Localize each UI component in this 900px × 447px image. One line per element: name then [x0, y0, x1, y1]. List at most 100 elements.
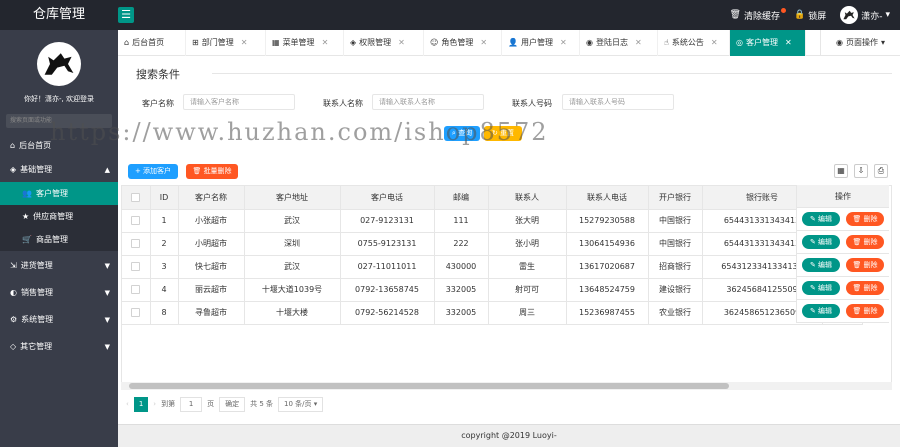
sidebar-item-customers[interactable]: 👥 客户管理: [0, 182, 118, 205]
page-unit-label: 页: [207, 400, 215, 408]
delete-button[interactable]: 🗑 删除: [846, 212, 884, 226]
tab-permission[interactable]: ◈ 权限管理 ✕: [344, 30, 424, 56]
sidebar-search-input[interactable]: 搜索页面或功能: [6, 114, 112, 128]
tab-label: 后台首页: [132, 38, 165, 47]
row-checkbox[interactable]: [122, 278, 151, 302]
cell: 周三: [488, 301, 567, 325]
search-icon: ⌕: [451, 129, 456, 137]
edit-button[interactable]: ✎ 编辑: [802, 281, 840, 295]
columns-filter-icon[interactable]: ▦: [834, 164, 848, 178]
tab-user[interactable]: 👤 用户管理 ✕: [502, 30, 580, 56]
goto-page-input[interactable]: 1: [180, 396, 203, 412]
horizontal-scrollbar[interactable]: [121, 382, 892, 390]
chevron-down-icon: ▾: [885, 10, 890, 20]
contact-phone-input[interactable]: 请输入联系人号码: [562, 94, 674, 110]
edit-button[interactable]: ✎ 编辑: [802, 304, 840, 318]
row-checkbox[interactable]: [122, 301, 151, 325]
col-header: 客户地址: [244, 186, 341, 210]
tab-menu[interactable]: ▦ 菜单管理 ✕: [266, 30, 344, 56]
close-icon[interactable]: ✕: [785, 30, 792, 56]
goto-confirm-button[interactable]: 确定: [219, 396, 246, 412]
close-icon[interactable]: ✕: [711, 30, 718, 56]
close-icon[interactable]: ✕: [480, 30, 487, 56]
tab-notice[interactable]: ☝ 系统公告 ✕: [658, 30, 730, 56]
cell: 农业银行: [648, 301, 703, 325]
cell: 8: [150, 301, 179, 325]
page-size-select[interactable]: 10 条/页 ▾: [278, 396, 324, 412]
sidebar: 你好！潇亦-, 欢迎登录 搜索页面或功能 ⌂ 后台首页 ◈ 基础管理 ▲ 👥 客…: [0, 30, 118, 447]
customer-table: ID 客户名称 客户地址 客户电话 邮编 联系人 联系人电话 开户银行 银行账号…: [121, 185, 892, 385]
reset-button[interactable]: ↻ 重置: [484, 126, 522, 141]
circle-icon: ◉: [836, 38, 843, 47]
delete-button[interactable]: 🗑 删除: [846, 235, 884, 249]
page-operations-button[interactable]: ◉ 页面操作 ▾: [820, 30, 900, 56]
cell: 中国银行: [648, 232, 703, 256]
row-checkbox[interactable]: [122, 209, 151, 233]
clear-cache-button[interactable]: 🗑 清除缓存: [730, 7, 786, 22]
edit-button[interactable]: ✎ 编辑: [802, 258, 840, 272]
cube-icon: ◈: [10, 165, 17, 174]
batch-delete-label: 批量删除: [203, 167, 232, 175]
sidebar-item-sales[interactable]: ◐ 销售管理 ▼: [0, 281, 118, 305]
export-icon[interactable]: ⇩: [854, 164, 868, 178]
table-row[interactable]: 2 小明超市 深圳 0755-9123131 222 张小明 130641549…: [122, 232, 863, 256]
edit-label: 编辑: [818, 307, 833, 315]
add-customer-button[interactable]: + 添加客户: [128, 164, 178, 179]
scrollbar-thumb[interactable]: [129, 383, 729, 389]
next-page-icon[interactable]: ›: [153, 400, 156, 408]
divider: [212, 73, 892, 74]
row-checkbox[interactable]: [122, 255, 151, 279]
close-icon[interactable]: ✕: [560, 30, 567, 56]
print-icon[interactable]: ⎙: [874, 164, 888, 178]
refresh-icon: ↻: [491, 129, 498, 137]
edit-button[interactable]: ✎ 编辑: [802, 235, 840, 249]
sidebar-item-purchase[interactable]: ⇲ 进货管理 ▼: [0, 254, 118, 278]
select-all-checkbox[interactable]: [122, 186, 151, 210]
delete-button[interactable]: 🗑 删除: [846, 281, 884, 295]
globe-icon: ◎: [736, 38, 743, 47]
prev-page-icon[interactable]: ‹: [126, 400, 129, 408]
sidebar-item-home[interactable]: ⌂ 后台首页: [0, 134, 118, 158]
tab-home[interactable]: ⌂ 后台首页: [118, 30, 186, 56]
close-icon[interactable]: ✕: [398, 30, 405, 56]
tab-label: 权限管理: [359, 38, 392, 47]
app-title: 仓库管理: [32, 7, 85, 22]
table-row[interactable]: 3 快七超市 武汉 027-11011011 430000 雷生 1361702…: [122, 255, 863, 279]
delete-button[interactable]: 🗑 删除: [846, 258, 884, 272]
sidebar-item-system[interactable]: ⚙ 系统管理 ▼: [0, 308, 118, 332]
search-button[interactable]: ⌕ 查询: [444, 126, 480, 141]
sidebar-item-suppliers[interactable]: ★ 供应商管理: [0, 205, 118, 228]
tab-bar: ⌂ 后台首页 ⊞ 部门管理 ✕ ▦ 菜单管理 ✕ ◈ 权限管理 ✕ ☺ 角色管理…: [118, 30, 900, 56]
table-row[interactable]: 4 丽云超市 十堰大道1039号 0792-13658745 332005 射可…: [122, 278, 863, 302]
tab-department[interactable]: ⊞ 部门管理 ✕: [186, 30, 266, 56]
lock-screen-button[interactable]: 🔒 锁屏: [794, 9, 826, 22]
menu-toggle-icon[interactable]: ☰: [118, 7, 134, 23]
sidebar-item-basic[interactable]: ◈ 基础管理 ▲: [0, 158, 118, 182]
table-row[interactable]: 1 小张超市 武汉 027-9123131 111 张大明 1527923058…: [122, 209, 863, 233]
horse-logo-icon: [44, 53, 74, 75]
tab-role[interactable]: ☺ 角色管理 ✕: [424, 30, 502, 56]
clear-cache-label: 清除缓存: [743, 11, 780, 22]
trash-icon: 🗑: [852, 215, 862, 223]
cell: 张小明: [488, 232, 567, 256]
cell: 招商银行: [648, 255, 703, 279]
tab-login-log[interactable]: ◉ 登陆日志 ✕: [580, 30, 658, 56]
row-checkbox[interactable]: [122, 232, 151, 256]
sidebar-item-label: 客户管理: [35, 189, 68, 198]
close-icon[interactable]: ✕: [635, 30, 642, 56]
close-icon[interactable]: ✕: [241, 30, 248, 56]
sidebar-item-goods[interactable]: 🛒 商品管理: [0, 228, 118, 251]
chevron-down-icon: ▼: [104, 262, 110, 270]
customer-name-input[interactable]: 请输入客户名称: [183, 94, 295, 110]
close-icon[interactable]: ✕: [322, 30, 329, 56]
batch-delete-button[interactable]: 🗑 批量删除: [186, 164, 238, 179]
sidebar-item-other[interactable]: ◇ 其它管理 ▼: [0, 335, 118, 359]
top-actions: 🗑 清除缓存 🔒 锁屏 潇亦- ▾: [730, 0, 890, 30]
contact-name-input[interactable]: 请输入联系人名称: [372, 94, 484, 110]
user-menu[interactable]: 潇亦- ▾: [840, 6, 890, 24]
table-row[interactable]: 8 寻鲁超市 十堰大楼 0792-56214528 332005 周三 1523…: [122, 301, 863, 325]
edit-button[interactable]: ✎ 编辑: [802, 212, 840, 226]
page-number[interactable]: 1: [133, 396, 149, 412]
delete-button[interactable]: 🗑 删除: [846, 304, 884, 318]
tab-customer[interactable]: ◎ 客户管理 ✕: [730, 30, 806, 56]
